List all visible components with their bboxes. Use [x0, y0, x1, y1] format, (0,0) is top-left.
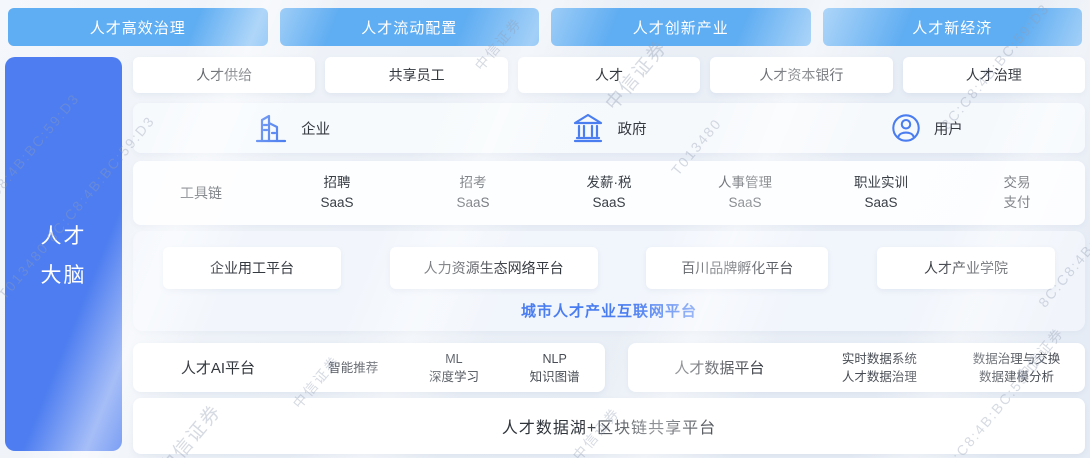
- toolchain-col-line2: SaaS: [677, 193, 813, 213]
- data-item-line2: 数据建模分析: [948, 368, 1085, 386]
- data-item-line1: 数据治理与交换: [948, 350, 1085, 368]
- ai-item-line1: ML: [404, 350, 505, 368]
- data-item-line2: 人才数据治理: [811, 368, 948, 386]
- tab-talent-new-economy[interactable]: 人才新经济: [823, 8, 1083, 46]
- ai-item-line1: NLP: [504, 350, 605, 368]
- supply-box-talent-supply: 人才供给: [133, 57, 315, 93]
- talent-ai-platform-title: 人才AI平台: [133, 357, 303, 378]
- ai-item-line2: 深度学习: [404, 368, 505, 386]
- toolchain-col-line1: 招聘: [269, 173, 405, 193]
- toolchain-col-line2: SaaS: [541, 193, 677, 213]
- supply-box-talent: 人才: [518, 57, 700, 93]
- talent-data-platform-box: 人才数据平台 实时数据系统 人才数据治理 数据治理与交换 数据建模分析: [628, 343, 1085, 392]
- data-item-line1: 实时数据系统: [811, 350, 948, 368]
- supply-box-talent-capital-bank: 人才资本银行: [710, 57, 892, 93]
- ai-item-line2: 知识图谱: [504, 368, 605, 386]
- toolchain-col-line2: SaaS: [269, 193, 405, 213]
- platform-box-hr-ecosystem-network: 人力资源生态网络平台: [390, 247, 598, 289]
- data-item-realtime-governance: 实时数据系统 人才数据治理: [811, 350, 948, 386]
- platform-box-enterprise-employment: 企业用工平台: [163, 247, 341, 289]
- platform-box-baichuan-brand-incubation: 百川品牌孵化平台: [646, 247, 828, 289]
- user-icon: [890, 112, 922, 144]
- talent-data-platform-title: 人才数据平台: [628, 357, 811, 378]
- building-icon: [253, 111, 289, 145]
- toolchain-col-vocational-training-saas: 职业实训 SaaS: [813, 173, 949, 213]
- tab-talent-efficient-governance[interactable]: 人才高效治理: [8, 8, 268, 46]
- toolchain-col-line1: 交易: [949, 173, 1085, 193]
- toolchain-col-recruiting-saas: 招聘 SaaS: [269, 173, 405, 213]
- talent-brain-label-line2: 大脑: [41, 259, 87, 289]
- actor-enterprise-label: 企业: [301, 118, 330, 139]
- toolchain-col-line1: 发薪·税: [541, 173, 677, 193]
- toolchain-col-line1: 招考: [405, 173, 541, 193]
- supply-row: 人才供给 共享员工 人才 人才资本银行 人才治理: [133, 57, 1085, 93]
- data-item-exchange-modeling: 数据治理与交换 数据建模分析: [948, 350, 1085, 386]
- actor-government-label: 政府: [617, 118, 646, 139]
- actor-user: 用户: [768, 103, 1085, 153]
- actor-government: 政府: [450, 103, 767, 153]
- ai-item-smart-recommendation: 智能推荐: [303, 359, 404, 377]
- actors-row: 企业 政府 用户: [133, 103, 1085, 153]
- toolchain-title: 工具链: [133, 183, 269, 203]
- data-lake-blockchain-bar: 人才数据湖+区块链共享平台: [133, 398, 1085, 454]
- toolchain-col-line2: 支付: [949, 193, 1085, 213]
- supply-box-shared-employees: 共享员工: [325, 57, 507, 93]
- top-tab-row: 人才高效治理 人才流动配置 人才创新产业 人才新经济: [8, 8, 1082, 46]
- platform-boxes: 企业用工平台 人力资源生态网络平台 百川品牌孵化平台 人才产业学院: [163, 247, 1055, 289]
- actor-user-label: 用户: [934, 118, 963, 139]
- talent-brain-architecture-diagram: 人才高效治理 人才流动配置 人才创新产业 人才新经济 人才 大脑 人才供给 共享…: [0, 0, 1090, 458]
- toolchain-row: 工具链 招聘 SaaS 招考 SaaS 发薪·税 SaaS 人事管理 SaaS …: [133, 161, 1085, 225]
- toolchain-col-line1: 职业实训: [813, 173, 949, 193]
- city-talent-internet-platform-caption: 城市人才产业互联网平台: [133, 300, 1085, 321]
- ai-item-ml-deep-learning: ML 深度学习: [404, 350, 505, 386]
- toolchain-col-transaction-payment: 交易 支付: [949, 173, 1085, 213]
- ai-item-nlp-knowledge-graph: NLP 知识图谱: [504, 350, 605, 386]
- toolchain-col-line2: SaaS: [813, 193, 949, 213]
- toolchain-col-line1: 人事管理: [677, 173, 813, 193]
- talent-brain-block: 人才 大脑: [5, 57, 122, 451]
- toolchain-col-line2: SaaS: [405, 193, 541, 213]
- supply-box-talent-governance: 人才治理: [903, 57, 1085, 93]
- talent-ai-platform-box: 人才AI平台 智能推荐 ML 深度学习 NLP 知识图谱: [133, 343, 605, 392]
- toolchain-col-payroll-tax-saas: 发薪·税 SaaS: [541, 173, 677, 213]
- city-talent-platform-panel: 企业用工平台 人力资源生态网络平台 百川品牌孵化平台 人才产业学院 城市人才产业…: [133, 231, 1085, 331]
- actor-enterprise: 企业: [133, 103, 450, 153]
- tab-talent-innovation-industry[interactable]: 人才创新产业: [551, 8, 811, 46]
- government-bank-icon: [571, 111, 605, 145]
- toolchain-col-hr-management-saas: 人事管理 SaaS: [677, 173, 813, 213]
- toolchain-col-exam-saas: 招考 SaaS: [405, 173, 541, 213]
- tab-talent-flow-allocation[interactable]: 人才流动配置: [280, 8, 540, 46]
- talent-brain-label-line1: 人才: [41, 220, 87, 250]
- platform-box-talent-industry-academy: 人才产业学院: [877, 247, 1055, 289]
